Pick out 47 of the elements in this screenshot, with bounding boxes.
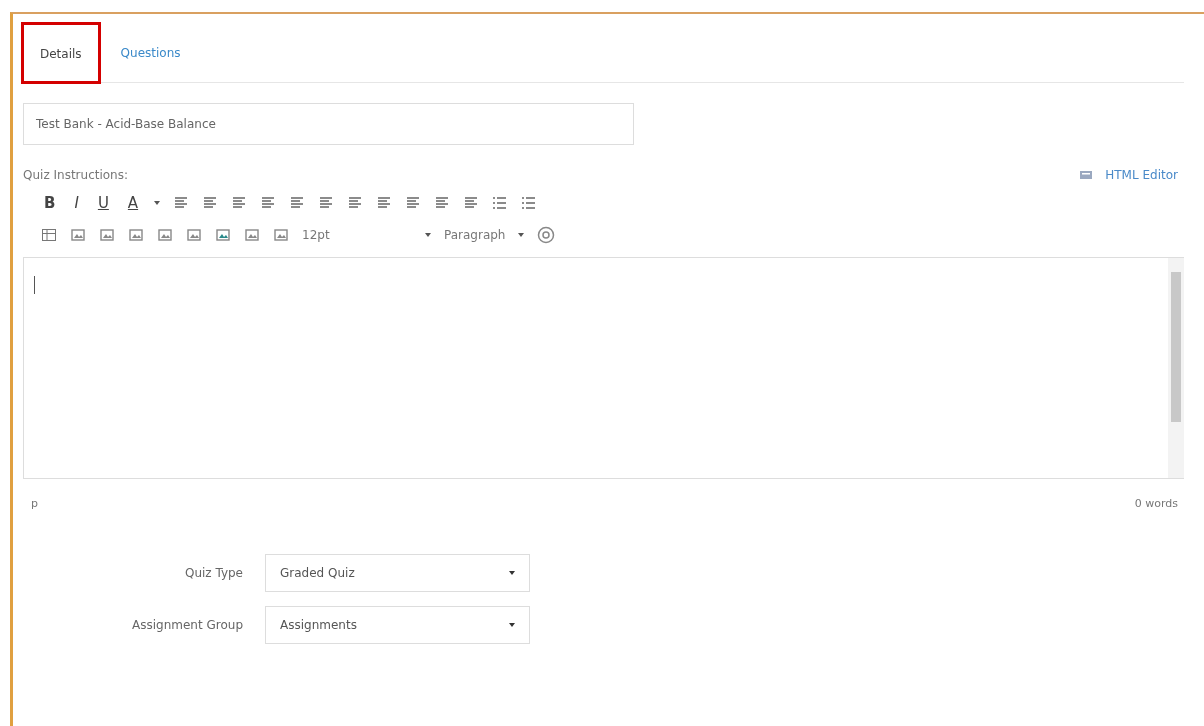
caret-icon [509,570,515,576]
word-count: 0 words [1134,497,1178,510]
media-icon[interactable] [128,227,144,243]
tab[interactable]: Details [23,24,99,82]
align-icon[interactable] [434,195,451,211]
media-icon[interactable] [186,227,202,243]
caret-icon [509,622,515,628]
media-icon[interactable] [273,227,289,243]
html-editor-link[interactable]: HTML Editor [1105,168,1178,182]
media-icon[interactable] [215,227,231,243]
element-path: p [31,497,38,510]
media-icon[interactable] [70,227,86,243]
align-icon[interactable] [347,195,364,211]
accessibility-icon[interactable] [537,226,556,244]
align-icon[interactable] [289,195,306,211]
format-button[interactable]: B [41,194,59,212]
align-icon[interactable] [173,195,190,211]
media-icon[interactable] [244,227,260,243]
text-cursor [34,276,35,294]
table-icon[interactable] [41,227,57,243]
format-button[interactable]: U [94,194,112,212]
instructions-label: Quiz Instructions: [23,168,129,182]
align-icon[interactable] [463,195,480,211]
font-size-dropdown[interactable]: 12pt [302,228,412,242]
caret-icon[interactable] [154,200,161,206]
caret-icon[interactable] [425,232,431,238]
align-icon[interactable] [318,195,335,211]
media-icon[interactable] [99,227,115,243]
align-icon[interactable] [260,195,277,211]
tab[interactable]: Questions [104,24,197,82]
scrollbar[interactable] [1168,258,1184,478]
media-icon[interactable] [157,227,173,243]
caret-icon[interactable] [518,232,525,238]
align-icon[interactable] [405,195,422,211]
select-dropdown[interactable]: Assignments [265,606,530,644]
quiz-title-field[interactable]: Test Bank - Acid-Base Balance [23,103,634,145]
format-button[interactable]: A [124,194,142,212]
align-icon[interactable] [231,195,248,211]
paragraph-dropdown[interactable]: Paragraph [444,228,506,242]
list-icon[interactable] [521,195,538,211]
format-button[interactable]: I [71,194,82,212]
select-dropdown[interactable]: Graded Quiz [265,554,530,592]
align-icon[interactable] [202,195,219,211]
align-icon[interactable] [376,195,393,211]
setting-label: Assignment Group [131,618,243,632]
list-icon[interactable] [492,195,509,211]
setting-label: Quiz Type [183,566,243,580]
